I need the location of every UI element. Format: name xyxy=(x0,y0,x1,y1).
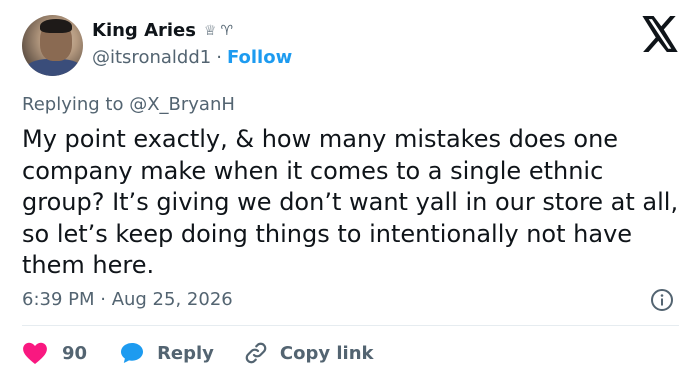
reply-label: Reply xyxy=(157,342,214,364)
tweet-text: My point exactly, & how many mistakes do… xyxy=(22,125,679,279)
replying-to: Replying to @X_BryanH xyxy=(22,94,235,115)
copy-link-label: Copy link xyxy=(279,342,374,364)
author-handle-row: @itsronaldd1 · Follow xyxy=(92,47,292,68)
x-logo-icon[interactable] xyxy=(640,16,680,52)
crown-icon: ♕ xyxy=(203,22,217,39)
author-display-name[interactable]: King Aries xyxy=(92,20,196,41)
copy-link-button[interactable]: Copy link xyxy=(244,341,374,365)
separator-dot: · xyxy=(216,47,222,68)
avatar[interactable] xyxy=(22,15,83,76)
reply-button[interactable]: Reply xyxy=(119,341,214,365)
replying-to-mention[interactable]: @X_BryanH xyxy=(129,94,235,115)
aries-sign-icon: ♈︎ xyxy=(220,22,234,39)
avatar-hair xyxy=(40,19,72,33)
like-count: 90 xyxy=(62,342,88,364)
tweet-card: King Aries ♕ ♈︎ @itsronaldd1 · Follow Re… xyxy=(0,0,700,379)
author-handle[interactable]: @itsronaldd1 xyxy=(92,47,211,68)
divider xyxy=(22,325,679,326)
author-name-row: King Aries ♕ ♈︎ xyxy=(92,20,233,41)
speech-bubble-icon xyxy=(121,343,144,363)
like-button[interactable]: 90 xyxy=(22,341,87,365)
heart-icon xyxy=(23,342,47,365)
link-icon xyxy=(245,342,267,364)
action-bar: 90 Reply Copy link xyxy=(22,339,374,367)
info-icon[interactable] xyxy=(650,288,674,312)
replying-to-prefix: Replying to xyxy=(22,94,130,115)
tweet-timestamp[interactable]: 6:39 PM · Aug 25, 2026 xyxy=(22,289,233,310)
avatar-shirt xyxy=(26,59,82,76)
follow-button[interactable]: Follow xyxy=(227,47,292,68)
